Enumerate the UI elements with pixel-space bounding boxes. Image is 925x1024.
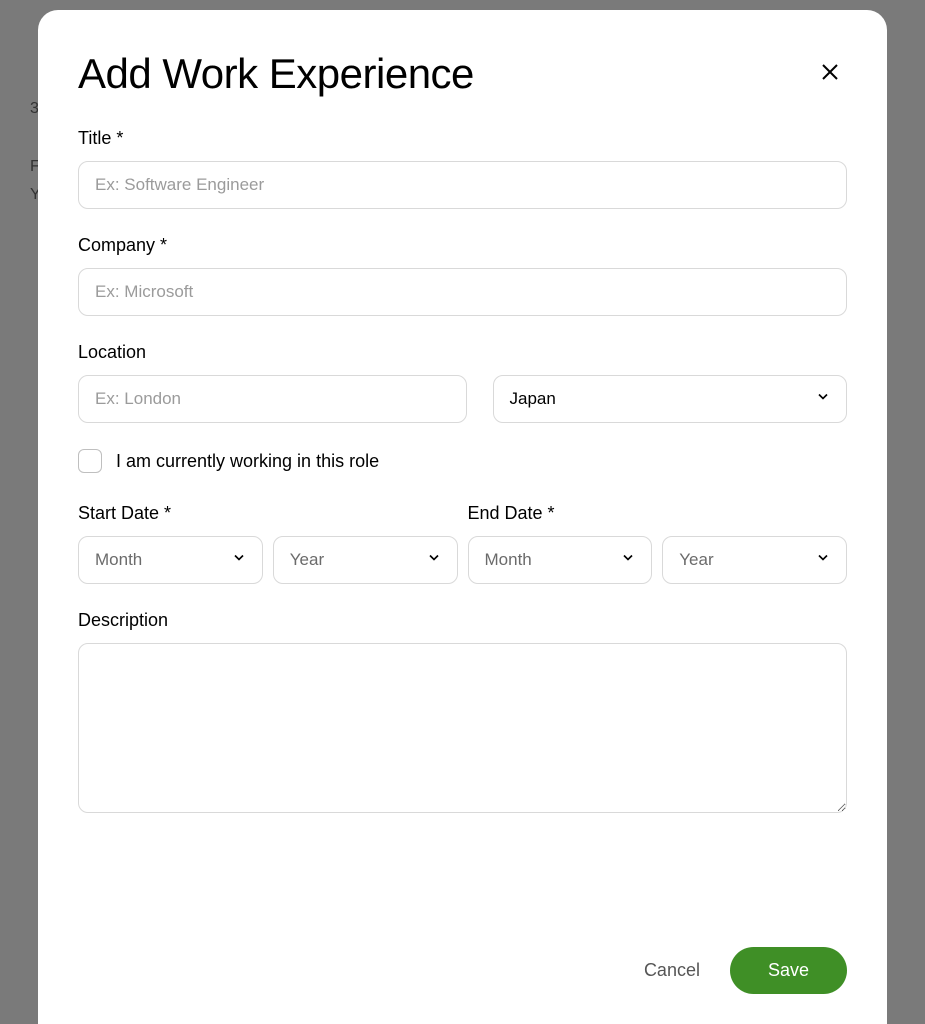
title-label: Title * xyxy=(78,128,847,149)
end-month-select[interactable]: Month xyxy=(468,536,653,584)
date-row: Start Date * Month Year xyxy=(78,503,847,584)
location-country-select[interactable]: Japan xyxy=(493,375,848,423)
start-month-select[interactable]: Month xyxy=(78,536,263,584)
title-input[interactable] xyxy=(78,161,847,209)
title-field-group: Title * xyxy=(78,128,847,209)
modal-header: Add Work Experience xyxy=(78,50,847,98)
currently-working-row: I am currently working in this role xyxy=(78,449,847,473)
end-date-label: End Date * xyxy=(468,503,848,524)
location-label: Location xyxy=(78,342,847,363)
save-button[interactable]: Save xyxy=(730,947,847,994)
modal-footer: Cancel Save xyxy=(78,927,847,994)
add-work-experience-modal: Add Work Experience Title * Company * Lo… xyxy=(38,10,887,1024)
close-button[interactable] xyxy=(813,55,847,92)
start-date-group: Start Date * Month Year xyxy=(78,503,458,584)
description-label: Description xyxy=(78,610,847,631)
location-field-group: Location Japan xyxy=(78,342,847,423)
form-body: Title * Company * Location Japan I am cu… xyxy=(78,128,847,927)
description-field-group: Description xyxy=(78,610,847,818)
start-year-select[interactable]: Year xyxy=(273,536,458,584)
location-city-input[interactable] xyxy=(78,375,467,423)
start-date-label: Start Date * xyxy=(78,503,458,524)
company-input[interactable] xyxy=(78,268,847,316)
end-year-select[interactable]: Year xyxy=(662,536,847,584)
currently-working-label[interactable]: I am currently working in this role xyxy=(116,451,379,472)
currently-working-checkbox[interactable] xyxy=(78,449,102,473)
company-field-group: Company * xyxy=(78,235,847,316)
modal-title: Add Work Experience xyxy=(78,50,474,98)
close-icon xyxy=(818,72,842,87)
description-textarea[interactable] xyxy=(78,643,847,813)
cancel-button[interactable]: Cancel xyxy=(644,960,700,981)
company-label: Company * xyxy=(78,235,847,256)
end-date-group: End Date * Month Year xyxy=(468,503,848,584)
